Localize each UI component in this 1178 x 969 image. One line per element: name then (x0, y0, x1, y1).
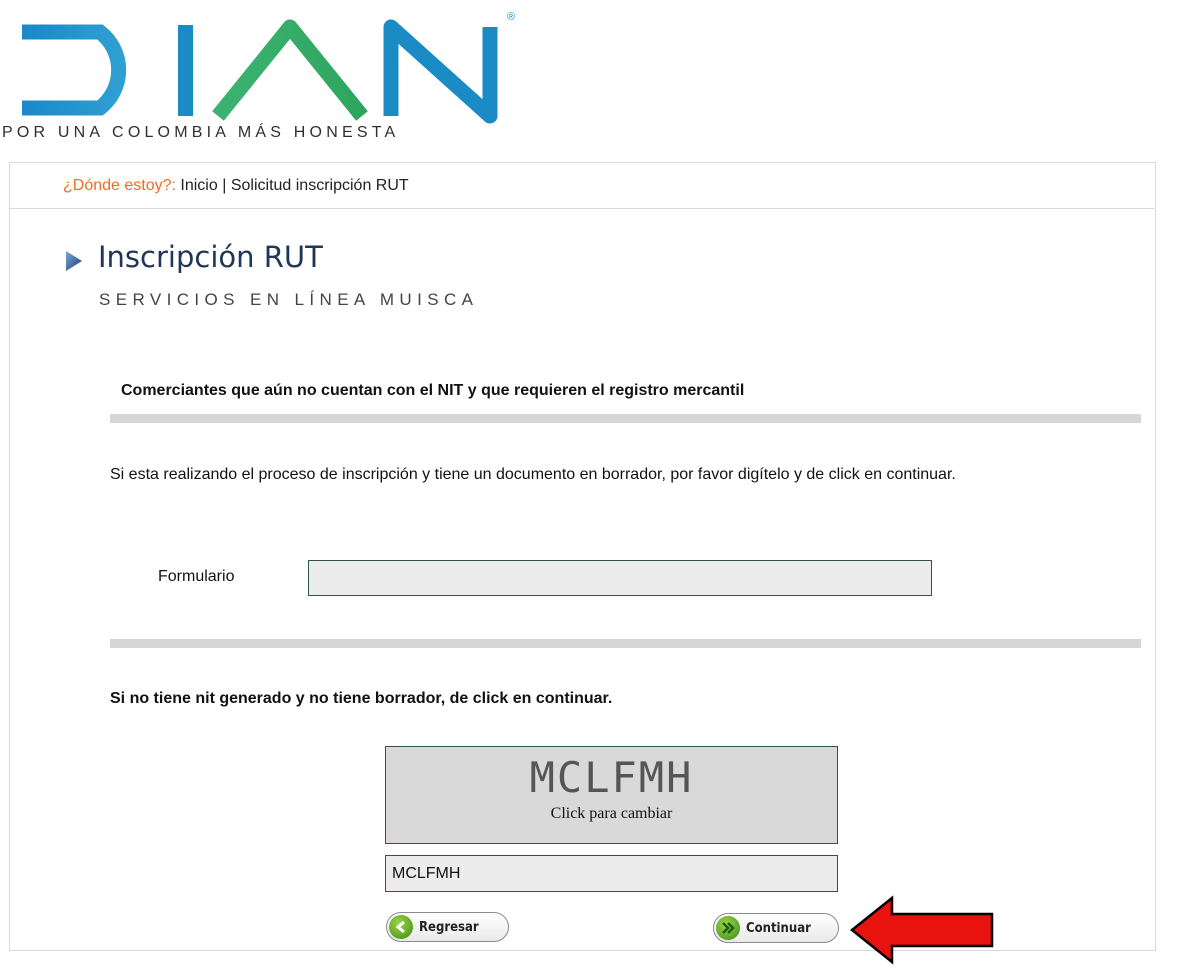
captcha-code: MCLFMH (529, 753, 694, 802)
registered-mark: ® (507, 11, 515, 23)
formulario-label: Formulario (158, 568, 235, 585)
separator (110, 639, 1141, 648)
captcha-input[interactable] (385, 855, 838, 892)
back-button[interactable]: Regresar (386, 912, 509, 942)
breadcrumb-prefix: ¿Dónde estoy?: (63, 177, 176, 194)
red-pointer-arrow-icon (849, 895, 994, 965)
back-chevron-icon (389, 915, 413, 939)
forward-double-chevron-icon (716, 916, 740, 940)
title-arrow-icon (66, 251, 82, 271)
captcha-image[interactable]: MCLFMH Click para cambiar (385, 746, 838, 844)
page-subtitle: SERVICIOS EN LÍNEA MUISCA (99, 290, 479, 309)
back-button-label: Regresar (419, 919, 479, 935)
breadcrumb-current: Solicitud inscripción RUT (230, 177, 409, 194)
separator (110, 414, 1141, 423)
continue-button[interactable]: Continuar (713, 913, 839, 943)
breadcrumb: ¿Dónde estoy?: Inicio | Solicitud inscri… (63, 177, 409, 195)
page-title: Inscripción RUT (98, 240, 323, 274)
captcha-refresh-hint: Click para cambiar (550, 805, 673, 822)
breadcrumb-home-link[interactable]: Inicio (180, 177, 217, 194)
logo-tagline: POR UNA COLOMBIA MÁS HONESTA (2, 124, 400, 141)
breadcrumb-separator: | (222, 177, 227, 194)
formulario-input[interactable] (308, 560, 932, 596)
continue-button-label: Continuar (746, 920, 811, 936)
section2-heading: Si no tiene nit generado y no tiene borr… (110, 690, 613, 707)
section1-heading: Comerciantes que aún no cuentan con el N… (121, 382, 745, 399)
section1-instructions: Si esta realizando el proceso de inscrip… (110, 466, 956, 483)
